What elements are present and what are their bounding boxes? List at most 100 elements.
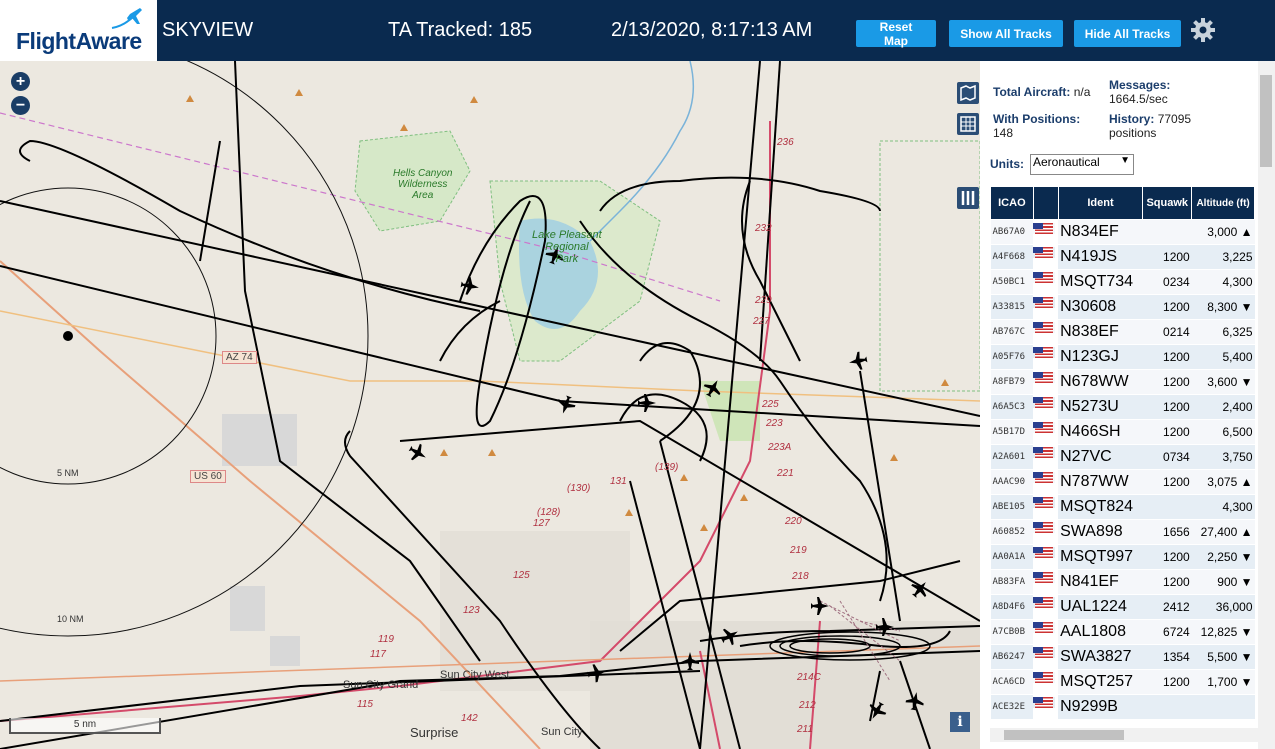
- flag-cell: [1033, 422, 1056, 435]
- total-aircraft-stat: Total Aircraft: n/a: [993, 85, 1090, 99]
- road-label: 214C: [797, 672, 821, 683]
- grid-icon[interactable]: [957, 113, 979, 135]
- table-row[interactable]: A5B17D N466SH 1200 6,500: [990, 419, 1255, 445]
- us-flag-icon: [1035, 572, 1054, 584]
- table-row[interactable]: A8D4F6 UAL1224 2412 36,000: [990, 594, 1255, 620]
- us-flag-icon: [1035, 647, 1054, 659]
- road-label: 219: [790, 545, 807, 556]
- table-row[interactable]: AB6247 SWA3827 1354 5,500 ▼: [990, 644, 1255, 670]
- with-positions-label: With Positions:: [993, 112, 1081, 126]
- label-sun-city-grand: Sun City Grand: [343, 679, 419, 691]
- flag-cell: [1033, 447, 1056, 460]
- cell-ident: SWA3827: [1058, 644, 1143, 670]
- cell-icao: A05F76: [990, 344, 1034, 370]
- table-row[interactable]: AB67A0 N834EF 3,000 ▲: [990, 219, 1255, 245]
- map-view[interactable]: + − Hells Canyon Wilderness Area Lake Pl…: [0, 61, 980, 749]
- top-bar: FlightAware SKYVIEW TA Tracked: 185 2/13…: [0, 0, 1275, 61]
- cell-altitude: 3,225: [1191, 244, 1255, 270]
- current-datetime: 2/13/2020, 8:17:13 AM: [611, 19, 813, 41]
- road-label: 142: [461, 713, 478, 724]
- with-positions-value: 148: [993, 126, 1014, 140]
- table-row[interactable]: A50BC1 MSQT734 0234 4,300: [990, 269, 1255, 295]
- road-label: (128): [537, 507, 561, 518]
- cell-icao: AA0A1A: [990, 544, 1034, 570]
- table-row[interactable]: ABE105 MSQT824 4,300: [990, 494, 1255, 520]
- site-name: SKYVIEW: [162, 19, 254, 41]
- table-row[interactable]: ACA6CD MSQT257 1200 1,700 ▼: [990, 669, 1255, 695]
- cell-squawk: 1200: [1142, 294, 1192, 320]
- flightaware-logo[interactable]: FlightAware: [0, 0, 157, 61]
- map-layers-icon[interactable]: [957, 82, 979, 104]
- aircraft-table: ICAO Ident Squawk Altitude (ft) AB67A0 N8…: [990, 186, 1255, 720]
- cell-icao: AB83FA: [990, 569, 1034, 595]
- us-flag-icon: [1035, 522, 1054, 534]
- cell-altitude: 4,300: [1191, 494, 1255, 520]
- road-label: 123: [463, 605, 480, 616]
- zoom-out-button[interactable]: −: [11, 96, 30, 115]
- road-label: 212: [799, 700, 816, 711]
- tracked-count: TA Tracked: 185: [388, 19, 533, 41]
- gear-icon[interactable]: [1190, 17, 1216, 43]
- flag-cell: [1033, 522, 1056, 535]
- flag-cell: [1033, 297, 1056, 310]
- table-row[interactable]: A60852 SWA898 1656 27,400 ▲: [990, 519, 1255, 545]
- aircraft-table-wrap[interactable]: ICAO Ident Squawk Altitude (ft) AB67A0 N8…: [990, 186, 1255, 741]
- show-all-tracks-button[interactable]: Show All Tracks: [949, 20, 1063, 47]
- cell-ident: MSQT824: [1058, 494, 1143, 520]
- table-row[interactable]: A6A5C3 N5273U 1200 2,400: [990, 394, 1255, 420]
- info-icon[interactable]: i: [950, 712, 970, 732]
- table-horizontal-scrollbar[interactable]: [990, 728, 1258, 742]
- units-select[interactable]: Aeronautical ▼: [1030, 154, 1134, 175]
- table-row[interactable]: AB83FA N841EF 1200 900 ▼: [990, 569, 1255, 595]
- scrollbar-thumb[interactable]: [1004, 730, 1124, 740]
- cell-ident: SWA898: [1058, 519, 1143, 545]
- cell-squawk: 1200: [1142, 469, 1192, 495]
- table-row[interactable]: ACE32E N9299B: [990, 694, 1255, 720]
- table-row[interactable]: AAAC90 N787WW 1200 3,075 ▲: [990, 469, 1255, 495]
- reset-map-button[interactable]: Reset Map: [856, 20, 936, 48]
- road-label: 115: [357, 699, 373, 710]
- cell-ident: MSQT257: [1058, 669, 1143, 695]
- table-row[interactable]: AB767C N838EF 0214 6,325: [990, 319, 1255, 345]
- cell-squawk: [1142, 219, 1192, 245]
- table-row[interactable]: A2A601 N27VC 0734 3,750: [990, 444, 1255, 470]
- cell-squawk: [1142, 694, 1192, 720]
- table-row[interactable]: A33815 N30608 1200 8,300 ▼: [990, 294, 1255, 320]
- road-label: 131: [610, 476, 627, 487]
- cell-ident: UAL1224: [1058, 594, 1143, 620]
- col-header-ident[interactable]: Ident: [1057, 186, 1144, 220]
- cell-altitude: 5,500 ▼: [1191, 644, 1255, 670]
- cell-squawk: 1656: [1142, 519, 1192, 545]
- cell-ident: N787WW: [1058, 469, 1143, 495]
- columns-icon[interactable]: [957, 187, 979, 209]
- road-label: 220: [785, 516, 802, 527]
- zoom-in-button[interactable]: +: [11, 72, 30, 91]
- flag-cell: [1033, 247, 1056, 260]
- scrollbar-thumb[interactable]: [1260, 75, 1272, 167]
- table-row[interactable]: A8FB79 N678WW 1200 3,600 ▼: [990, 369, 1255, 395]
- cell-altitude: 36,000: [1191, 594, 1255, 620]
- road-label: 125: [513, 570, 530, 581]
- col-header-altitude[interactable]: Altitude (ft): [1191, 186, 1255, 220]
- hide-all-tracks-button[interactable]: Hide All Tracks: [1074, 20, 1181, 47]
- sidebar-vertical-scrollbar[interactable]: [1258, 61, 1275, 749]
- chevron-down-icon: ▼: [1120, 155, 1130, 166]
- col-header-icao[interactable]: ICAO: [990, 186, 1034, 220]
- table-row[interactable]: A4F668 N419JS 1200 3,225: [990, 244, 1255, 270]
- us-flag-icon: [1035, 697, 1054, 709]
- table-row[interactable]: A05F76 N123GJ 1200 5,400: [990, 344, 1255, 370]
- road-label: 211: [797, 724, 813, 735]
- cell-altitude: 2,250 ▼: [1191, 544, 1255, 570]
- us-flag-icon: [1035, 322, 1054, 334]
- cell-altitude: 3,000 ▲: [1191, 219, 1255, 245]
- cell-altitude: 6,500: [1191, 419, 1255, 445]
- us-flag-icon: [1035, 247, 1054, 259]
- col-header-flag[interactable]: [1032, 186, 1059, 220]
- cell-icao: A4F668: [990, 244, 1034, 270]
- road-label: 117: [370, 649, 386, 660]
- label-az74: AZ 74: [222, 351, 257, 364]
- col-header-squawk[interactable]: Squawk: [1142, 186, 1193, 220]
- table-row[interactable]: A7CB0B AAL1808 6724 12,825 ▼: [990, 619, 1255, 645]
- table-row[interactable]: AA0A1A MSQT997 1200 2,250 ▼: [990, 544, 1255, 570]
- road-label: 218: [792, 571, 809, 582]
